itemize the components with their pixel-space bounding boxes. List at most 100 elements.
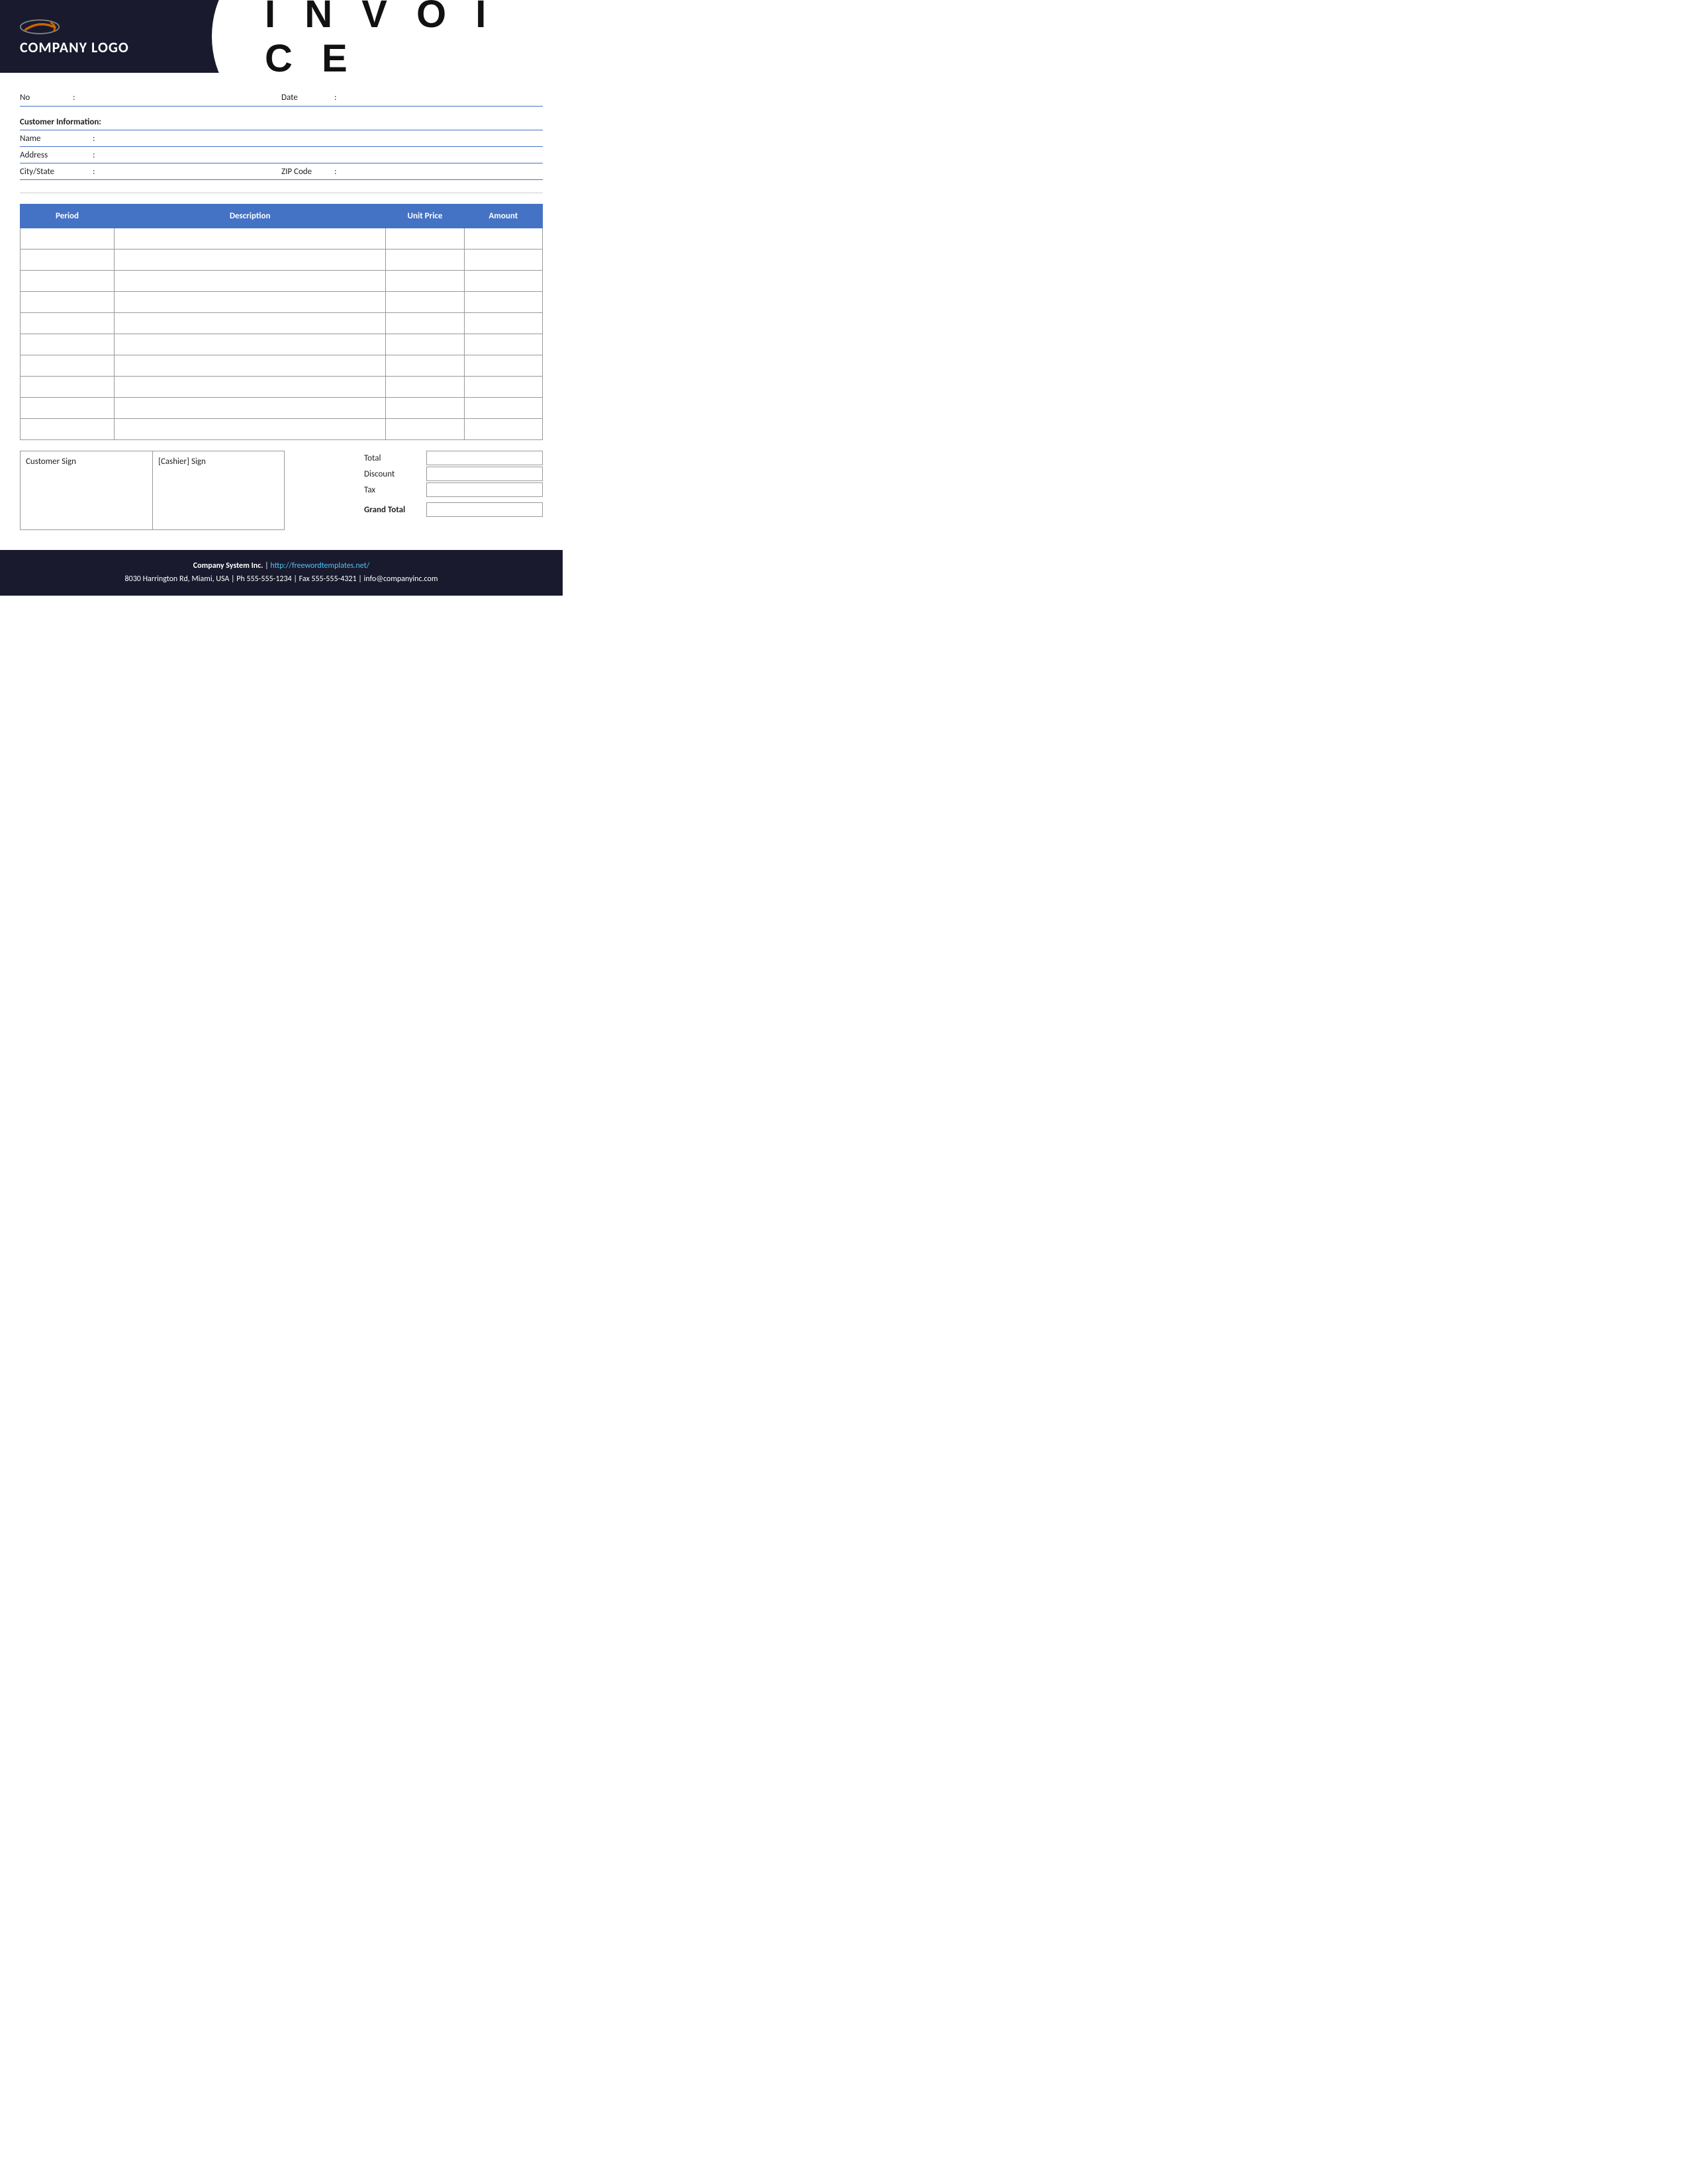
logo-label: COMPANY LOGO [20,38,129,56]
table-row [21,313,543,334]
date-label: Date [281,93,334,103]
customer-city-row: City/State : ZIP Code : [20,163,543,180]
customer-section-header: Customer Information: [20,113,543,130]
customer-address-value [101,150,543,160]
date-colon: : [334,93,336,103]
col-header-amount: Amount [464,205,542,228]
cell-amount-5 [464,334,542,355]
footer-line1: Company System Inc. | http://freewordtem… [13,559,549,572]
section-gap [20,180,543,193]
table-header-row: Period Description Unit Price Amount [21,205,543,228]
customer-city-label: City/State [20,167,93,177]
discount-label: Discount [364,469,424,479]
main-content: No : Date : Customer Information: Name :… [0,73,563,537]
table-row [21,271,543,292]
customer-zip-value [343,166,543,177]
header-title-area: I N V O I C E [265,0,563,73]
total-row: Total [364,451,543,465]
no-colon: : [73,93,75,103]
customer-zip-colon: : [334,167,336,177]
cell-amount-0 [464,228,542,250]
footer-line2: 8030 Harrington Rd, Miami, USA | Ph 555-… [13,572,549,586]
date-field: Date : [281,91,543,103]
cashier-sign-box: [Cashier] Sign [152,451,285,530]
footer-separator: | [263,561,270,570]
logo-text: COMPANY LOGO [20,38,129,56]
cell-period-6 [21,355,115,377]
cell-description-6 [115,355,386,377]
cell-period-3 [21,292,115,313]
cell-period-5 [21,334,115,355]
cell-unit_price-2 [386,271,464,292]
cell-unit_price-4 [386,313,464,334]
grand-total-row: Grand Total [364,502,543,517]
cell-description-4 [115,313,386,334]
col-header-period: Period [21,205,115,228]
col-header-description: Description [115,205,386,228]
header: COMPANY LOGO I N V O I C E [0,0,563,73]
cell-period-9 [21,419,115,440]
discount-row: Discount [364,467,543,481]
col-header-unit-price: Unit Price [386,205,464,228]
cell-amount-8 [464,398,542,419]
cell-period-8 [21,398,115,419]
city-half: City/State : [20,166,281,177]
no-value [81,91,281,103]
customer-name-label: Name [20,134,93,144]
customer-zip-label: ZIP Code [281,167,334,177]
cell-description-0 [115,228,386,250]
cell-description-1 [115,250,386,271]
cell-amount-2 [464,271,542,292]
cell-amount-6 [464,355,542,377]
cell-description-3 [115,292,386,313]
table-row [21,419,543,440]
tax-value-box [426,482,543,497]
customer-city-value [101,166,281,177]
grand-total-value-box [426,502,543,517]
logo-area: COMPANY LOGO [0,0,212,73]
total-label: Total [364,453,424,463]
cell-description-9 [115,419,386,440]
customer-sign-label: Customer Sign [26,457,76,467]
customer-address-colon: : [93,150,95,160]
customer-sign-box: Customer Sign [20,451,152,530]
no-field: No : [20,91,281,103]
cell-unit_price-9 [386,419,464,440]
cell-unit_price-1 [386,250,464,271]
customer-name-value [101,133,543,144]
table-row [21,250,543,271]
cell-amount-1 [464,250,542,271]
cell-unit_price-3 [386,292,464,313]
no-label: No [20,93,73,103]
cell-description-7 [115,377,386,398]
table-row [21,355,543,377]
cell-amount-4 [464,313,542,334]
totals-section: Total Discount Tax Grand Total [364,451,543,518]
cell-unit_price-6 [386,355,464,377]
footer-website[interactable]: http://freewordtemplates.net/ [270,561,369,570]
total-value-box [426,451,543,465]
footer-company-name: Company System Inc. [193,561,263,570]
zip-half: ZIP Code : [281,166,543,177]
cell-unit_price-0 [386,228,464,250]
tax-label: Tax [364,485,424,495]
customer-address-label: Address [20,150,93,160]
cell-period-0 [21,228,115,250]
header-curve [212,0,265,73]
cashier-sign-label: [Cashier] Sign [158,457,206,467]
grand-total-label: Grand Total [364,505,424,515]
cell-unit_price-8 [386,398,464,419]
no-date-row: No : Date : [20,86,543,107]
logo-icon [20,17,60,37]
customer-name-row: Name : [20,130,543,147]
table-row [21,398,543,419]
cell-period-7 [21,377,115,398]
table-row [21,292,543,313]
invoice-table: Period Description Unit Price Amount [20,204,543,440]
cell-unit_price-5 [386,334,464,355]
cell-description-8 [115,398,386,419]
cell-unit_price-7 [386,377,464,398]
customer-address-row: Address : [20,147,543,163]
cell-amount-3 [464,292,542,313]
cell-description-2 [115,271,386,292]
